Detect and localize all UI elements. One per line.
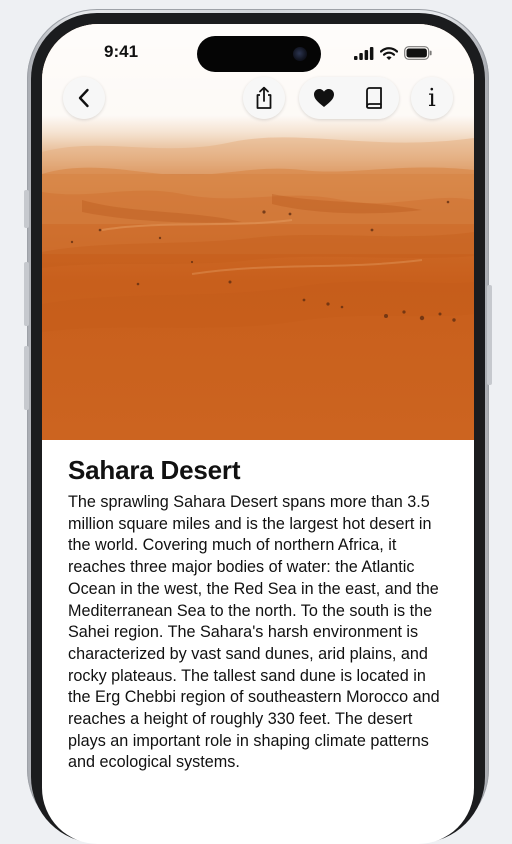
action-pill	[299, 77, 399, 119]
status-time: 9:41	[104, 42, 139, 61]
article-body: The sprawling Sahara Desert spans more t…	[68, 493, 440, 772]
status-icons	[354, 46, 432, 60]
info-button[interactable]: i	[411, 77, 453, 119]
volume-up-button	[24, 262, 29, 326]
chevron-left-icon	[78, 88, 89, 108]
cellular-signal-icon	[354, 46, 374, 60]
front-camera	[293, 47, 307, 61]
back-button[interactable]	[63, 77, 105, 119]
share-button[interactable]	[243, 77, 285, 119]
dynamic-island	[197, 36, 321, 72]
volume-down-button	[24, 346, 29, 410]
power-button	[487, 285, 492, 385]
book-icon	[366, 87, 382, 109]
battery-icon	[404, 46, 432, 60]
action-button	[24, 190, 29, 228]
wifi-icon	[380, 46, 398, 60]
favorite-button[interactable]	[299, 77, 349, 119]
article-title: Sahara Desert	[68, 455, 241, 485]
screen: 9:41 i Sahara Desert The sprawling Sahar…	[42, 24, 474, 844]
info-icon: i	[428, 84, 436, 112]
bookmark-button[interactable]	[349, 77, 399, 119]
heart-icon	[314, 89, 334, 107]
share-icon	[256, 86, 272, 109]
article: Sahara Desert The sprawling Sahara Deser…	[68, 455, 448, 774]
